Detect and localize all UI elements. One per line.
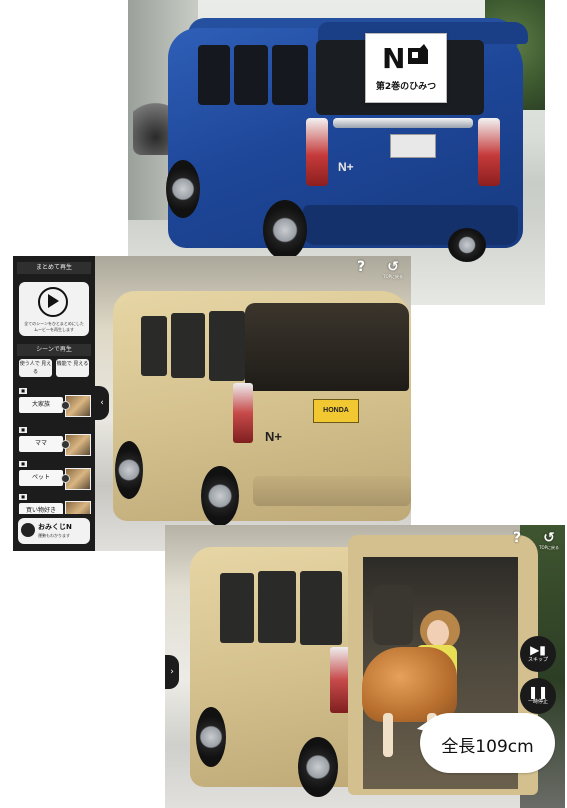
help-button[interactable]: ? (357, 260, 365, 274)
skip-icon: ▶▮ (530, 643, 546, 657)
scene-tag: ■ (19, 494, 27, 500)
license-plate (390, 134, 436, 158)
scene-label: ペット (19, 470, 63, 486)
sidebar-collapse-tab[interactable]: ‹ (95, 386, 109, 420)
wheel (448, 228, 486, 262)
dog-leg (383, 713, 393, 757)
speech-bubble: 全長109cm (420, 713, 555, 773)
rear-bumper (253, 476, 411, 506)
side-window (220, 573, 254, 643)
sidebar-expand-tab[interactable]: › (165, 655, 179, 689)
scene-viewer-panel: HONDA N+ ? ↺ TOPに戻る まとめて再生 全てのシーンをひとまとめに… (13, 256, 411, 551)
omikuji-title: おみくじN (38, 523, 72, 531)
pause-label: 一時停止 (527, 699, 548, 705)
girl-face (427, 620, 449, 646)
scene-item-big-family[interactable]: ■ 大家族 (19, 388, 91, 422)
check-icon (61, 440, 70, 449)
scene-thumbnail (65, 501, 91, 514)
dog-scene-panel: ? ↺ TOPに戻る › ▶▮ スキップ ❚❚ 一時停止 全長109cm (165, 525, 565, 808)
tail-lamp (330, 647, 350, 713)
side-window (300, 571, 342, 645)
scene-label: ママ (19, 436, 63, 452)
omikuji-button[interactable]: おみくじN 運勢もわかります (18, 518, 90, 544)
section-header-all: まとめて再生 (17, 262, 91, 274)
play-description: 全てのシーンをひとまとめにしたムービーを再生します (24, 321, 84, 332)
rear-bumper (303, 205, 518, 245)
tail-lamp (306, 118, 328, 186)
check-icon (61, 474, 70, 483)
wheel (201, 466, 239, 526)
check-icon (61, 401, 70, 410)
side-window (198, 45, 230, 105)
wheel (166, 160, 200, 218)
rear-seat (373, 585, 413, 645)
section-header-scene: シーンで再生 (17, 344, 91, 356)
side-window (171, 313, 205, 378)
wheel (115, 441, 143, 499)
n-logo-icon: N (382, 42, 428, 74)
back-label: TOPに戻る (383, 274, 404, 279)
model-badge: N+ (265, 429, 282, 444)
tail-lamp (478, 118, 500, 186)
side-window (209, 311, 245, 381)
beige-van: HONDA N+ (113, 291, 411, 551)
back-icon: ↺ (387, 259, 399, 275)
tail-lamp (233, 383, 253, 443)
side-window (141, 316, 167, 376)
scene-item-pet[interactable]: ■ ペット (19, 461, 91, 495)
bubble-text: 全長109cm (441, 737, 534, 757)
omikuji-icon (21, 523, 35, 537)
model-badge: N+ (338, 160, 354, 174)
skip-label: スキップ (527, 657, 548, 663)
scene-tag: ■ (19, 461, 27, 467)
scene-label: 買い物好き (19, 503, 63, 514)
dog (362, 647, 457, 722)
filter-by-user-button[interactable]: 使う人で 見える (19, 359, 52, 377)
skip-button[interactable]: ▶▮ スキップ (520, 636, 556, 672)
play-triangle (48, 294, 59, 308)
scene-item-shopping[interactable]: ■ 買い物好き (19, 494, 91, 514)
back-to-top-button[interactable]: ↺ TOPに戻る (383, 260, 403, 280)
sign-text: 第2巻のひみつ (375, 82, 437, 92)
scene-tag: ■ (19, 427, 27, 433)
filter-by-function-button[interactable]: 機能で 見える (56, 359, 89, 377)
back-label: TOPに戻る (539, 545, 560, 550)
back-to-top-button[interactable]: ↺ TOPに戻る (539, 531, 559, 551)
wheel (298, 737, 338, 797)
wheel (196, 707, 226, 767)
window-sign: N 第2巻のひみつ (365, 33, 447, 103)
help-button[interactable]: ? (513, 531, 521, 545)
license-plate: HONDA (313, 399, 359, 423)
scene-tag: ■ (19, 388, 27, 394)
help-icon: ? (357, 259, 366, 275)
scene-sidebar: まとめて再生 全てのシーンをひとまとめにしたムービーを再生します シーンで再生 … (13, 256, 95, 551)
chrome-garnish (333, 118, 473, 128)
rear-window (245, 303, 409, 391)
help-icon: ? (513, 530, 522, 546)
back-icon: ↺ (543, 530, 555, 546)
side-window (234, 45, 268, 105)
scene-label: 大家族 (19, 397, 63, 413)
pause-icon: ❚❚ (527, 685, 549, 699)
side-window (272, 45, 308, 105)
play-all-button[interactable]: 全てのシーンをひとまとめにしたムービーを再生します (19, 282, 89, 336)
omikuji-subtitle: 運勢もわかります (38, 533, 70, 538)
side-window (258, 571, 296, 643)
wheel (263, 200, 307, 260)
scene-item-mama[interactable]: ■ ママ (19, 427, 91, 461)
pause-button[interactable]: ❚❚ 一時停止 (520, 678, 556, 714)
svg-text:N: N (382, 42, 405, 74)
